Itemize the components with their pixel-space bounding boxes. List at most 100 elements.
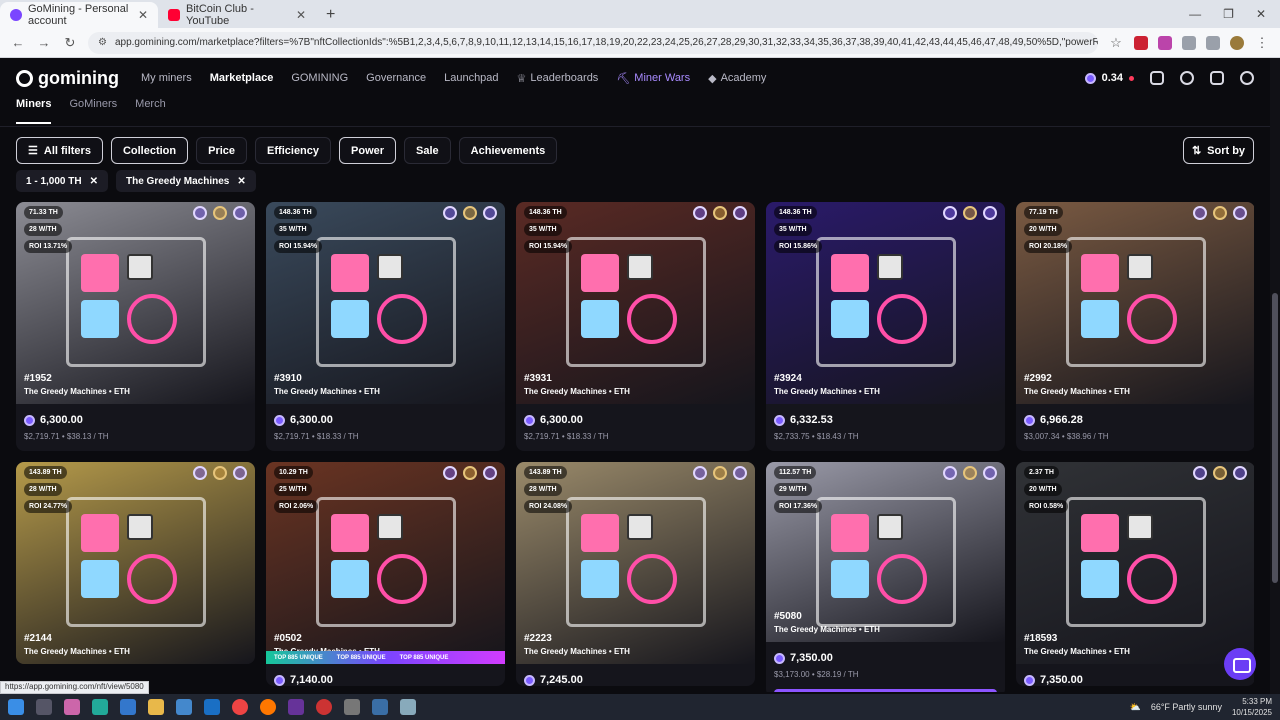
task-view-icon[interactable] — [36, 699, 52, 715]
achievement-icon[interactable] — [463, 466, 477, 480]
tab-merch[interactable]: Merch — [135, 98, 166, 124]
filter-chip-collection[interactable]: The Greedy Machines ✕ — [115, 170, 256, 192]
close-icon[interactable]: ✕ — [296, 8, 306, 22]
achievement-icon[interactable] — [693, 466, 707, 480]
app-icon[interactable] — [344, 699, 360, 715]
close-icon[interactable]: ✕ — [138, 8, 148, 22]
achievement-icon[interactable] — [483, 206, 497, 220]
achievement-icon[interactable] — [233, 466, 247, 480]
miner-image[interactable]: 10.29 TH25 W/THROI 2.06%#0502The Greedy … — [266, 462, 505, 664]
tab-gominers[interactable]: GoMiners — [69, 98, 117, 124]
miner-card[interactable]: 2.37 TH 20 W/TH ROI 0.58% #18593 The Greedy … — [1016, 462, 1254, 686]
miner-card[interactable]: 143.89 TH 28 W/TH ROI 24.77% #2144 The Greed… — [16, 462, 255, 664]
miner-image[interactable]: 143.89 TH 28 W/TH ROI 24.77% #2144 The Greed… — [16, 462, 255, 664]
miner-image[interactable]: 143.89 TH 28 W/TH ROI 24.08% #2223 The Greed… — [516, 462, 755, 664]
miner-card[interactable]: 112.57 TH 29 W/TH ROI 17.36% #5080 The Greed… — [766, 462, 1005, 692]
remove-chip-icon[interactable]: ✕ — [90, 176, 98, 187]
new-tab-button[interactable]: + — [316, 2, 345, 28]
achievement-icon[interactable] — [213, 206, 227, 220]
achievement-icon[interactable] — [733, 466, 747, 480]
filter-chip-power[interactable]: 1 - 1,000 TH ✕ — [16, 170, 108, 192]
sidepanel-icon[interactable] — [1206, 35, 1220, 50]
tab-miners[interactable]: Miners — [16, 98, 52, 124]
achievement-icon[interactable] — [443, 206, 457, 220]
restore-icon[interactable]: ❐ — [1223, 7, 1234, 21]
minimize-icon[interactable]: — — [1189, 7, 1201, 21]
bell-icon[interactable] — [1180, 71, 1194, 85]
filter-achievements-button[interactable]: Achievements — [458, 137, 558, 164]
app-icon[interactable] — [372, 699, 388, 715]
close-window-icon[interactable]: ✕ — [1256, 7, 1266, 21]
miner-image[interactable]: 77.19 TH 20 W/TH ROI 20.18% #2992 The Greedy… — [1016, 202, 1254, 404]
achievement-icon[interactable] — [193, 206, 207, 220]
achievement-icon[interactable] — [233, 206, 247, 220]
profile-avatar-icon[interactable] — [1230, 35, 1244, 50]
support-chat-button[interactable] — [1224, 648, 1256, 680]
site-info-icon[interactable]: ⚙ — [98, 37, 107, 48]
miner-card[interactable]: 77.19 TH 20 W/TH ROI 20.18% #2992 The Greedy… — [1016, 202, 1254, 451]
miner-card[interactable]: 10.29 TH25 W/THROI 2.06%#0502The Greedy … — [266, 462, 505, 686]
miner-card[interactable]: 148.36 TH 35 W/TH ROI 15.94% #3931 The Greed… — [516, 202, 755, 451]
achievement-icon[interactable] — [983, 206, 997, 220]
filter-efficiency-button[interactable]: Efficiency — [255, 137, 332, 164]
page-scrollbar[interactable] — [1270, 58, 1280, 694]
sort-by-button[interactable]: ⇅ Sort by — [1183, 137, 1254, 164]
miner-image[interactable]: 148.36 TH 35 W/TH ROI 15.94% #3931 The Greed… — [516, 202, 755, 404]
achievement-icon[interactable] — [693, 206, 707, 220]
achievement-icon[interactable] — [1233, 466, 1247, 480]
reload-icon[interactable]: ↻ — [62, 35, 78, 51]
achievement-icon[interactable] — [943, 466, 957, 480]
nav-governance[interactable]: Governance — [366, 72, 426, 84]
windows-start-icon[interactable] — [8, 699, 24, 715]
nav-marketplace[interactable]: Marketplace — [210, 72, 274, 84]
achievement-icon[interactable] — [1193, 466, 1207, 480]
miner-card[interactable]: 148.36 TH 35 W/TH ROI 15.86% #3924 The Greed… — [766, 202, 1005, 451]
browser-tab-youtube[interactable]: BitCoin Club - YouTube ✕ — [158, 2, 316, 28]
gift-icon[interactable] — [1210, 71, 1224, 85]
nav-gomining[interactable]: GOMINING — [291, 72, 348, 84]
chrome-icon[interactable] — [232, 699, 248, 715]
app-icon[interactable] — [316, 699, 332, 715]
balance-widget[interactable]: 0.34 — [1084, 72, 1134, 84]
achievement-icon[interactable] — [713, 466, 727, 480]
nav-my-miners[interactable]: My miners — [141, 72, 192, 84]
remove-chip-icon[interactable]: ✕ — [237, 176, 245, 187]
nav-miner-wars[interactable]: ⛏ Miner Wars — [616, 72, 690, 85]
achievement-icon[interactable] — [443, 466, 457, 480]
browser-tab-gomining[interactable]: GoMining - Personal account ✕ — [0, 2, 158, 28]
firefox-icon[interactable] — [260, 699, 276, 715]
miner-card[interactable]: 71.33 TH 28 W/TH ROI 13.71% #1952 The Greedy… — [16, 202, 255, 451]
achievement-icon[interactable] — [1213, 466, 1227, 480]
back-icon[interactable]: ← — [10, 35, 26, 50]
achievement-icon[interactable] — [943, 206, 957, 220]
copilot-icon[interactable] — [64, 699, 80, 715]
outlook-icon[interactable] — [204, 699, 220, 715]
nav-academy[interactable]: ◆ Academy — [708, 72, 766, 85]
achievement-icon[interactable] — [713, 206, 727, 220]
folder-icon[interactable] — [148, 699, 164, 715]
extensions-puzzle-icon[interactable] — [1182, 35, 1196, 50]
wallet-icon[interactable] — [1150, 71, 1164, 85]
nav-launchpad[interactable]: Launchpad — [444, 72, 498, 84]
browser-menu-icon[interactable]: ⋮ — [1254, 35, 1270, 51]
filter-sale-button[interactable]: Sale — [404, 137, 451, 164]
nav-leaderboards[interactable]: ♕ Leaderboards — [517, 72, 599, 85]
clock[interactable]: 5:33 PM 10/15/2025 — [1232, 696, 1272, 718]
miner-image[interactable]: 71.33 TH 28 W/TH ROI 13.71% #1952 The Greedy… — [16, 202, 255, 404]
forward-icon[interactable]: → — [36, 35, 52, 50]
miner-card[interactable]: 148.36 TH 35 W/TH ROI 15.94% #3910 The Greed… — [266, 202, 505, 451]
buy-button[interactable] — [774, 689, 997, 692]
user-icon[interactable] — [1240, 71, 1254, 85]
achievement-icon[interactable] — [963, 206, 977, 220]
achievement-icon[interactable] — [463, 206, 477, 220]
miner-image[interactable]: 148.36 TH 35 W/TH ROI 15.94% #3910 The Greed… — [266, 202, 505, 404]
achievement-icon[interactable] — [733, 206, 747, 220]
filter-price-button[interactable]: Price — [196, 137, 248, 164]
app-icon[interactable] — [400, 699, 416, 715]
bookmark-star-icon[interactable]: ☆ — [1108, 35, 1124, 51]
filter-power-button[interactable]: Power — [339, 137, 397, 164]
achievement-icon[interactable] — [193, 466, 207, 480]
miner-image[interactable]: 148.36 TH 35 W/TH ROI 15.86% #3924 The Greed… — [766, 202, 1005, 404]
url-input[interactable]: ⚙ app.gomining.com/marketplace?filters=%… — [88, 31, 1098, 54]
achievement-icon[interactable] — [983, 466, 997, 480]
